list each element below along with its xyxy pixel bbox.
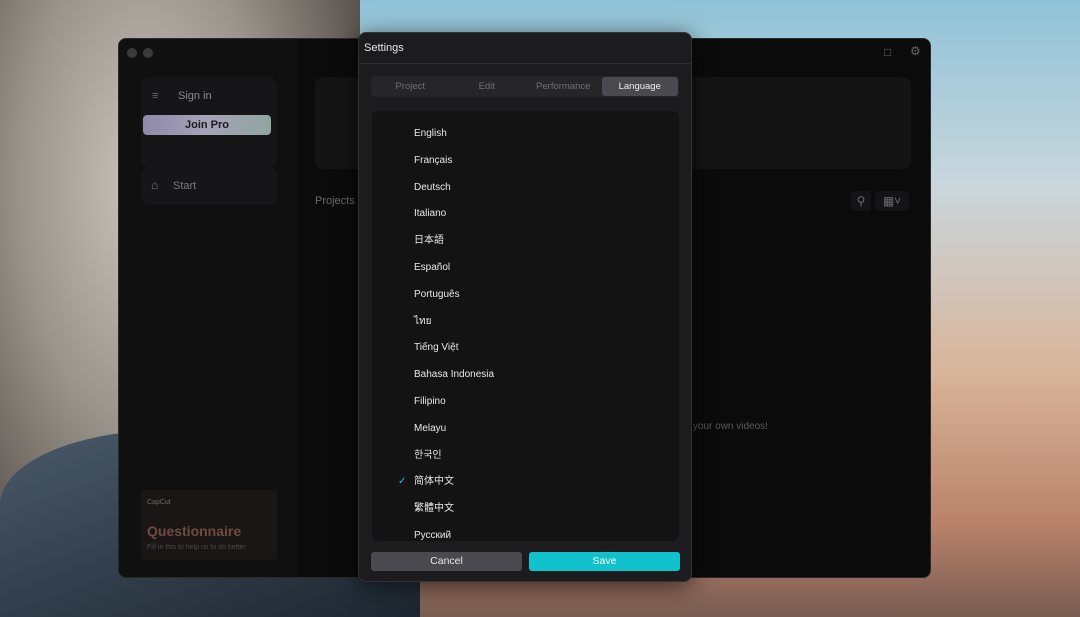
language-label: ไทย [414,315,432,327]
questionnaire-subtitle: Fill in this to help us to do better [147,544,246,551]
cancel-button[interactable]: Cancel [371,552,522,571]
capcut-logo-icon: ≡ [152,90,159,102]
empty-hint: ng your own videos! [679,421,768,432]
window-minimize-button[interactable] [143,48,153,58]
sign-in-link[interactable]: Sign in [178,90,212,102]
sidebar-item-start[interactable]: ⌂ Start [141,167,277,205]
questionnaire-card[interactable]: CapCut Questionnaire Fill in this to hel… [141,490,277,560]
language-option[interactable]: Italiano [372,201,679,227]
language-label: Français [414,154,453,166]
save-button[interactable]: Save [529,552,680,571]
language-option[interactable]: English [372,121,679,147]
sidebar-item-label: Start [173,180,197,192]
search-icon[interactable]: ⚲ [851,191,871,211]
language-label: Español [414,262,451,273]
language-option[interactable]: Filipino [372,389,679,415]
settings-dialog: Settings Project Edit Performance Langua… [358,32,692,582]
dialog-title: Settings [364,42,404,54]
language-label: Deutsch [414,181,451,193]
language-option[interactable]: 繁體中文 [372,496,679,522]
language-option[interactable]: ✓ 简体中文 [372,469,679,495]
questionnaire-title: Questionnaire [147,523,242,539]
language-option[interactable]: Français [372,148,679,174]
language-option[interactable]: 日本語 [372,228,679,254]
language-label: Tiếng Việt [414,342,459,354]
language-list[interactable]: English Français Deutsch Italiano 日本語 Español… [372,111,679,541]
language-label: 한국인 [414,449,442,461]
language-label: English [414,128,447,139]
language-label: 繁體中文 [414,503,454,515]
sidebar: ≡ Sign in Join Pro ⌂ Start CapCut Questi… [119,39,297,577]
settings-tabs: Project Edit Performance Language [371,76,679,97]
language-label: Melayu [414,422,447,434]
window-close-button[interactable] [127,48,137,58]
language-option[interactable]: 한국인 [372,443,679,469]
settings-gear-icon[interactable]: ⚙ [910,44,921,58]
language-option[interactable]: Deutsch [372,175,679,201]
language-option[interactable]: Русский [372,523,679,541]
language-label: Filipino [414,396,446,407]
feedback-icon[interactable]: □ [884,45,891,59]
language-option[interactable]: Tiếng Việt [372,335,679,361]
view-toggle-icon[interactable]: ▦˅ [875,191,909,211]
tab-edit[interactable]: Edit [449,77,526,96]
language-option[interactable]: Melayu [372,416,679,442]
language-option[interactable]: Español [372,255,679,281]
join-pro-button[interactable]: Join Pro [143,115,271,135]
language-label: Русский [414,530,452,541]
language-label: Bahasa Indonesia [414,369,495,381]
language-label: Italiano [414,208,447,220]
language-option[interactable]: ไทย [372,309,679,335]
language-label: 日本語 [414,235,444,247]
projects-heading: Projects [315,195,355,207]
home-icon: ⌂ [151,178,159,192]
checkmark-icon: ✓ [398,476,407,488]
tab-language[interactable]: Language [601,77,678,96]
tab-project[interactable]: Project [372,77,449,96]
brand-logo: CapCut [147,499,171,506]
language-option[interactable]: Bahasa Indonesia [372,362,679,388]
language-label: Português [414,288,460,300]
language-label: 简体中文 [414,476,454,488]
tab-performance[interactable]: Performance [525,77,602,96]
language-option[interactable]: Português [372,282,679,308]
divider [359,63,691,64]
